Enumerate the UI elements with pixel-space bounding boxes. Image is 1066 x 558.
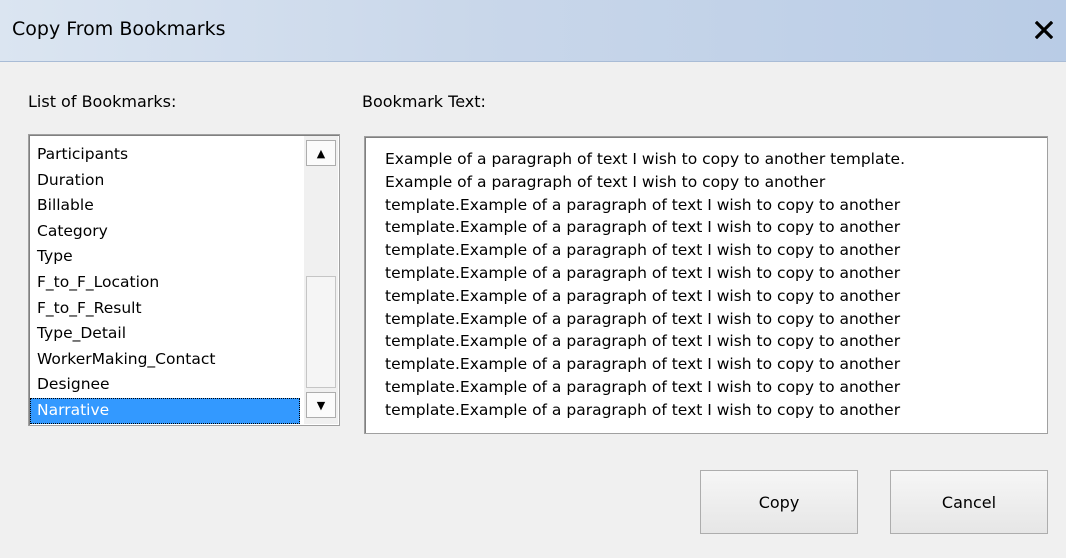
close-button[interactable]	[1032, 18, 1056, 42]
text-line: template.Example of a paragraph of text …	[385, 195, 901, 214]
list-item[interactable]: Category	[30, 219, 300, 245]
title-bar[interactable]: Copy From Bookmarks	[0, 0, 1066, 62]
scroll-down-icon: ▼	[316, 398, 326, 412]
bookmarks-list: Participants Duration Billable Category Type…	[29, 142, 300, 424]
text-line: template.Example of a paragraph of text …	[385, 309, 901, 328]
text-line: template.Example of a paragraph of text …	[385, 377, 901, 396]
list-item[interactable]: Participants	[30, 142, 300, 168]
bookmarks-listbox[interactable]: Participants Duration Billable Category Type…	[28, 134, 340, 426]
bookmark-text-content: Example of a paragraph of text I wish to…	[385, 148, 1045, 422]
bookmarks-list-label: List of Bookmarks:	[28, 92, 177, 111]
close-icon	[1035, 21, 1053, 39]
text-line: template.Example of a paragraph of text …	[385, 332, 901, 351]
text-line: Example of a paragraph of text I wish to…	[385, 150, 906, 168]
scroll-thumb[interactable]	[306, 276, 336, 388]
list-item[interactable]: F_to_F_Location	[30, 270, 300, 296]
list-item[interactable]: Billable	[30, 193, 300, 219]
text-line: template.Example of a paragraph of text …	[385, 400, 901, 419]
bookmark-text-area[interactable]: Example of a paragraph of text I wish to…	[364, 136, 1048, 434]
list-item[interactable]: Type	[30, 244, 300, 270]
text-line: template.Example of a paragraph of text …	[385, 355, 901, 374]
list-item[interactable]: Type_Detail	[30, 321, 300, 347]
text-line: template.Example of a paragraph of text …	[385, 241, 901, 260]
list-item[interactable]: WorkerMaking_Contact	[30, 347, 300, 373]
list-item[interactable]: Narrative	[30, 397, 300, 424]
list-item[interactable]: F_to_F_Result	[30, 296, 300, 322]
text-line: template.Example of a paragraph of text …	[385, 286, 901, 305]
scroll-down-button[interactable]: ▼	[306, 392, 336, 418]
list-item[interactable]: Designee	[30, 372, 300, 398]
cancel-button[interactable]: Cancel	[890, 470, 1048, 534]
scroll-up-icon: ▲	[316, 146, 326, 160]
scroll-up-button[interactable]: ▲	[306, 140, 336, 166]
window-title: Copy From Bookmarks	[12, 18, 226, 40]
bookmark-text-label: Bookmark Text:	[362, 92, 486, 111]
copy-button[interactable]: Copy	[700, 470, 858, 534]
vertical-scrollbar[interactable]: ▲ ▼	[304, 136, 338, 424]
text-line: template.Example of a paragraph of text …	[385, 263, 901, 282]
text-line: template.Example of a paragraph of text …	[385, 218, 901, 237]
text-line: Example of a paragraph of text I wish to…	[385, 172, 826, 191]
list-item[interactable]: Duration	[30, 168, 300, 194]
